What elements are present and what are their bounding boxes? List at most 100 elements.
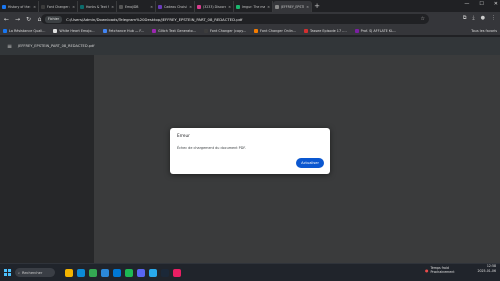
tab-close-icon[interactable]: × bbox=[267, 5, 270, 9]
bookmark-item[interactable]: White Heart Emojo... bbox=[53, 28, 95, 33]
tab-favicon-icon bbox=[275, 4, 279, 9]
toolbar-actions: ⧉ ⤓ ● ⋮ bbox=[463, 15, 496, 21]
browser-tab[interactable]: Cadeau Choisi...× bbox=[156, 1, 195, 12]
clock[interactable]: 12:58 2025-01-06 bbox=[477, 264, 496, 274]
extensions-icon[interactable]: ⧉ bbox=[463, 15, 467, 21]
browser-tab[interactable]: Imgur: The magic...× bbox=[234, 1, 273, 12]
url-text[interactable]: C:/Users/Admin/Downloads/Telegram%20Desk… bbox=[66, 17, 242, 22]
bookmark-label: Prof. SJ AFFLATE KL... bbox=[360, 28, 397, 33]
download-icon[interactable]: ⤓ bbox=[472, 15, 474, 21]
browser-tab[interactable]: History of the Sri...× bbox=[0, 1, 39, 12]
tab-close-icon[interactable]: × bbox=[33, 5, 36, 9]
bookmark-item[interactable]: La Résistance Quali... bbox=[3, 28, 45, 33]
tab-favicon-icon bbox=[197, 4, 201, 9]
bookmark-item[interactable]: Font Changer Onlin... bbox=[254, 28, 297, 33]
tab-strip: History of the Sri...×Font Changer (co..… bbox=[0, 0, 500, 12]
chrome-icon[interactable] bbox=[89, 268, 97, 277]
error-dialog: Erreur Échec de chargement du document P… bbox=[170, 128, 330, 174]
spotify-icon[interactable] bbox=[125, 268, 133, 277]
taskbar-search[interactable]: ⌕ Rechercher bbox=[15, 268, 55, 277]
bookmark-label: Font Changer (copy... bbox=[209, 28, 247, 33]
reload-icon[interactable]: ↻ bbox=[25, 16, 32, 23]
bookmark-label: Tassee Episode 17 -... bbox=[310, 28, 347, 33]
reload-button[interactable]: Actualiser bbox=[296, 158, 324, 168]
explorer-icon[interactable] bbox=[65, 268, 73, 277]
tab-close-icon[interactable]: × bbox=[189, 5, 192, 9]
edge-icon[interactable] bbox=[77, 268, 85, 277]
tab-favicon-icon bbox=[119, 4, 123, 9]
window-controls: — ☐ ✕ bbox=[464, 1, 498, 7]
clock-date: 2025-01-06 bbox=[477, 269, 496, 273]
minimize-icon[interactable]: — bbox=[464, 1, 469, 7]
weather-line2: Prochainement bbox=[430, 270, 455, 274]
bookmark-item[interactable]: Glitch Text Generato... bbox=[152, 28, 196, 33]
weather-icon: ● bbox=[425, 267, 429, 273]
maximize-icon[interactable]: ☐ bbox=[479, 1, 483, 7]
bookmark-star-icon[interactable]: ☆ bbox=[421, 16, 425, 22]
bookmark-item[interactable]: Font Changer (copy... bbox=[203, 28, 247, 33]
bookmark-favicon-icon bbox=[53, 28, 58, 33]
photos-icon[interactable] bbox=[173, 268, 181, 277]
system-tray: 12:58 2025-01-06 bbox=[477, 264, 496, 274]
discord-icon[interactable] bbox=[137, 268, 145, 277]
new-tab-icon[interactable]: + bbox=[312, 1, 322, 12]
bookmark-favicon-icon bbox=[203, 28, 208, 33]
bookmark-label: Font Changer Onlin... bbox=[260, 28, 297, 33]
telegram-icon[interactable] bbox=[149, 268, 157, 277]
forward-icon[interactable]: → bbox=[14, 16, 21, 23]
tab-label: EmojiDB bbox=[125, 4, 139, 9]
tab-favicon-icon bbox=[236, 4, 240, 9]
back-icon[interactable]: ← bbox=[3, 16, 10, 23]
pdf-filename: JEFFREY_EPSTEIN_PART_08_REDACTED.pdf bbox=[18, 44, 95, 48]
tab-label: Imgur: The magic... bbox=[242, 4, 266, 9]
browser-tab[interactable]: (3233) Discord | I...× bbox=[195, 1, 234, 12]
all-bookmarks-link[interactable]: Tous les favoris bbox=[471, 29, 497, 33]
pdf-toolbar: ≡ JEFFREY_EPSTEIN_PART_08_REDACTED.pdf bbox=[0, 37, 500, 55]
tab-close-icon[interactable]: × bbox=[111, 5, 114, 9]
start-icon[interactable] bbox=[4, 269, 11, 276]
bookmark-item[interactable]: Tassee Episode 17 -... bbox=[304, 28, 347, 33]
bookmark-favicon-icon bbox=[354, 28, 359, 33]
weather-widget[interactable]: ● Temps froid Prochainement bbox=[425, 266, 455, 274]
steam-icon[interactable] bbox=[161, 268, 169, 277]
tab-label: Cadeau Choisi... bbox=[164, 4, 187, 9]
menu-icon[interactable]: ⋮ bbox=[491, 15, 496, 21]
browser-tab[interactable]: Honks & Text Sym...× bbox=[78, 1, 117, 12]
bookmark-label: White Heart Emojo... bbox=[59, 28, 95, 33]
file-chip[interactable]: Fichier bbox=[45, 15, 63, 23]
bookmark-favicon-icon bbox=[3, 28, 7, 33]
tab-label: JEFFREY_EPSTEIN... bbox=[281, 4, 304, 9]
tab-close-icon[interactable]: × bbox=[72, 5, 75, 9]
store-icon[interactable] bbox=[101, 268, 109, 277]
bookmark-label: Glitch Text Generato... bbox=[158, 28, 196, 33]
tab-label: (3233) Discord | I... bbox=[203, 4, 227, 9]
bookmark-favicon-icon bbox=[254, 28, 259, 33]
tab-close-icon[interactable]: × bbox=[306, 5, 309, 9]
close-window-icon[interactable]: ✕ bbox=[494, 1, 498, 7]
tab-close-icon[interactable]: × bbox=[150, 5, 153, 9]
tab-favicon-icon bbox=[80, 4, 84, 9]
mail-icon[interactable] bbox=[113, 268, 121, 277]
bookmarks-bar: La Résistance Quali... White Heart Emojo.… bbox=[0, 26, 500, 36]
browser-tab[interactable]: JEFFREY_EPSTEIN...× bbox=[273, 1, 312, 12]
search-placeholder: Rechercher bbox=[22, 270, 43, 275]
sidebar-menu-icon[interactable]: ≡ bbox=[7, 43, 12, 50]
bookmark-favicon-icon bbox=[152, 28, 157, 33]
profile-icon[interactable]: ● bbox=[481, 15, 485, 21]
browser-tab[interactable]: Font Changer (co...× bbox=[39, 1, 78, 12]
bookmark-favicon-icon bbox=[102, 28, 107, 33]
tab-label: Font Changer (co... bbox=[47, 4, 70, 9]
pdf-sidebar bbox=[0, 55, 94, 263]
tab-favicon-icon bbox=[2, 4, 6, 9]
tab-favicon-icon bbox=[41, 4, 45, 9]
tab-label: Honks & Text Sym... bbox=[86, 4, 109, 9]
bookmark-item[interactable]: Fetchance Hub — F... bbox=[102, 28, 145, 33]
browser-tab[interactable]: EmojiDB × bbox=[117, 1, 156, 12]
tab-favicon-icon bbox=[158, 4, 162, 9]
dialog-message: Échec de chargement du document PDF. bbox=[177, 146, 246, 150]
tab-close-icon[interactable]: × bbox=[228, 5, 231, 9]
address-bar[interactable]: Fichier C:/Users/Admin/Downloads/Telegra… bbox=[41, 14, 429, 24]
bookmark-favicon-icon bbox=[304, 28, 309, 33]
bookmark-label: Fetchance Hub — F... bbox=[108, 28, 145, 33]
bookmark-item[interactable]: Prof. SJ AFFLATE KL... bbox=[354, 28, 397, 33]
